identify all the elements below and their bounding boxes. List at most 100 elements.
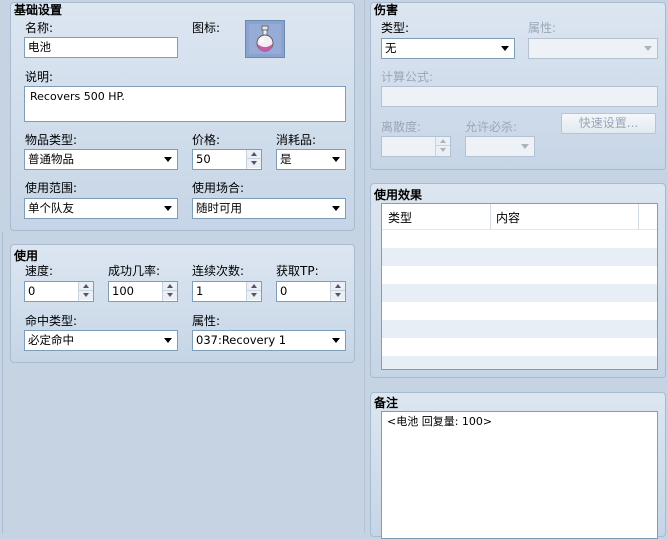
- usage-element-label: 属性:: [192, 314, 221, 328]
- tp-gain-stepper[interactable]: 0: [276, 281, 346, 302]
- quick-setup-button[interactable]: 快速设置...: [561, 113, 656, 134]
- repeats-value: 1: [196, 284, 204, 298]
- hit-type-value: 必定命中: [28, 333, 74, 347]
- success-rate-spin[interactable]: [162, 282, 177, 301]
- occasion-value: 随时可用: [196, 201, 242, 215]
- spin-down-icon[interactable]: [247, 291, 261, 300]
- consumable-select[interactable]: 是: [276, 149, 346, 170]
- list-item[interactable]: [382, 302, 657, 320]
- damage-element-select[interactable]: [528, 38, 658, 59]
- icon-label: 图标:: [192, 21, 221, 35]
- formula-label: 计算公式:: [381, 70, 434, 84]
- occasion-select[interactable]: 随时可用: [192, 198, 346, 219]
- list-item[interactable]: [382, 230, 657, 248]
- consumable-label: 消耗品:: [276, 133, 317, 147]
- damage-type-label: 类型:: [381, 21, 410, 35]
- price-spin[interactable]: [246, 150, 261, 169]
- damage-title: 伤害: [374, 3, 399, 17]
- list-item[interactable]: [382, 284, 657, 302]
- name-field[interactable]: 电池: [24, 37, 178, 58]
- name-label: 名称:: [25, 21, 54, 35]
- price-label: 价格:: [192, 133, 221, 147]
- description-label: 说明:: [25, 70, 54, 84]
- item-type-select[interactable]: 普通物品: [24, 149, 178, 170]
- chevron-down-icon: [332, 206, 340, 211]
- note-panel: 备注 <电池 回复量: 100>: [370, 392, 666, 539]
- damage-type-select[interactable]: 无: [381, 38, 515, 59]
- icon-picker[interactable]: [245, 20, 285, 58]
- hit-type-label: 命中类型:: [25, 314, 78, 328]
- spin-up-icon[interactable]: [247, 150, 261, 159]
- effects-list[interactable]: 类型 内容: [381, 203, 658, 370]
- spin-up-icon[interactable]: [331, 282, 345, 291]
- scope-label: 使用范围:: [25, 181, 78, 195]
- left-column-divider: [2, 232, 3, 533]
- spin-down-icon[interactable]: [331, 291, 345, 300]
- effects-col-content[interactable]: 内容: [496, 209, 520, 226]
- chevron-down-icon: [332, 338, 340, 343]
- success-rate-label: 成功几率:: [108, 264, 161, 278]
- list-item[interactable]: [382, 338, 657, 356]
- chevron-down-icon: [164, 338, 172, 343]
- list-item[interactable]: [382, 320, 657, 338]
- variance-label: 离散度:: [381, 120, 422, 134]
- spin-up-icon[interactable]: [247, 282, 261, 291]
- basic-settings-panel: 基础设置 名称: 电池 图标: 说明: Recovers 500 HP. 物品类…: [10, 2, 355, 231]
- tp-gain-spin[interactable]: [330, 282, 345, 301]
- list-item[interactable]: [382, 248, 657, 266]
- repeats-spin[interactable]: [246, 282, 261, 301]
- chevron-down-icon: [521, 144, 529, 149]
- description-field[interactable]: Recovers 500 HP.: [24, 86, 346, 122]
- usage-title: 使用: [14, 249, 39, 263]
- spin-down-icon[interactable]: [247, 159, 261, 168]
- scope-select[interactable]: 单个队友: [24, 198, 178, 219]
- effects-col-divider-right: [638, 204, 639, 230]
- variance-spin[interactable]: [435, 137, 450, 156]
- chevron-down-icon: [164, 157, 172, 162]
- chevron-down-icon: [644, 46, 652, 51]
- speed-stepper[interactable]: 0: [24, 281, 94, 302]
- consumable-value: 是: [280, 152, 292, 166]
- usage-panel: 使用 速度: 0 成功几率: 100 连续次数: 1 获取TP: 0 命中类型:…: [10, 244, 355, 363]
- success-rate-value: 100: [112, 284, 134, 298]
- repeats-stepper[interactable]: 1: [192, 281, 262, 302]
- effects-list-header: 类型 内容: [382, 204, 657, 230]
- potion-icon: [246, 21, 284, 57]
- occasion-label: 使用场合:: [192, 181, 245, 195]
- spin-down-icon[interactable]: [436, 146, 450, 155]
- spin-up-icon[interactable]: [436, 137, 450, 146]
- damage-type-value: 无: [385, 41, 397, 55]
- list-item[interactable]: [382, 266, 657, 284]
- item-type-label: 物品类型:: [25, 133, 78, 147]
- damage-element-label: 属性:: [528, 21, 557, 35]
- variance-stepper[interactable]: [381, 136, 451, 157]
- basic-settings-title: 基础设置: [14, 3, 63, 17]
- damage-panel: 伤害 类型: 无 属性: 计算公式: 离散度: 允许必杀: 快速设置...: [370, 2, 666, 170]
- spin-up-icon[interactable]: [79, 282, 93, 291]
- speed-label: 速度:: [25, 264, 54, 278]
- effects-title: 使用效果: [374, 188, 423, 202]
- list-item[interactable]: [382, 356, 657, 369]
- chevron-down-icon: [501, 46, 509, 51]
- note-title: 备注: [374, 396, 399, 410]
- spin-down-icon[interactable]: [79, 291, 93, 300]
- item-type-value: 普通物品: [28, 152, 74, 166]
- usage-element-select[interactable]: 037:Recovery 1: [192, 330, 346, 351]
- repeats-label: 连续次数:: [192, 264, 245, 278]
- formula-field[interactable]: [381, 86, 658, 107]
- spin-up-icon[interactable]: [163, 282, 177, 291]
- speed-spin[interactable]: [78, 282, 93, 301]
- usage-element-value: 037:Recovery 1: [196, 333, 287, 347]
- column-divider: [364, 0, 365, 533]
- effects-col-divider: [490, 204, 491, 230]
- effects-panel: 使用效果 类型 内容: [370, 183, 666, 378]
- tp-gain-label: 获取TP:: [276, 264, 319, 278]
- critical-label: 允许必杀:: [465, 120, 518, 134]
- hit-type-select[interactable]: 必定命中: [24, 330, 178, 351]
- success-rate-stepper[interactable]: 100: [108, 281, 178, 302]
- note-field[interactable]: <电池 回复量: 100>: [381, 411, 658, 539]
- critical-select[interactable]: [465, 136, 535, 157]
- spin-down-icon[interactable]: [163, 291, 177, 300]
- effects-col-type[interactable]: 类型: [388, 209, 412, 226]
- price-stepper[interactable]: 50: [192, 149, 262, 170]
